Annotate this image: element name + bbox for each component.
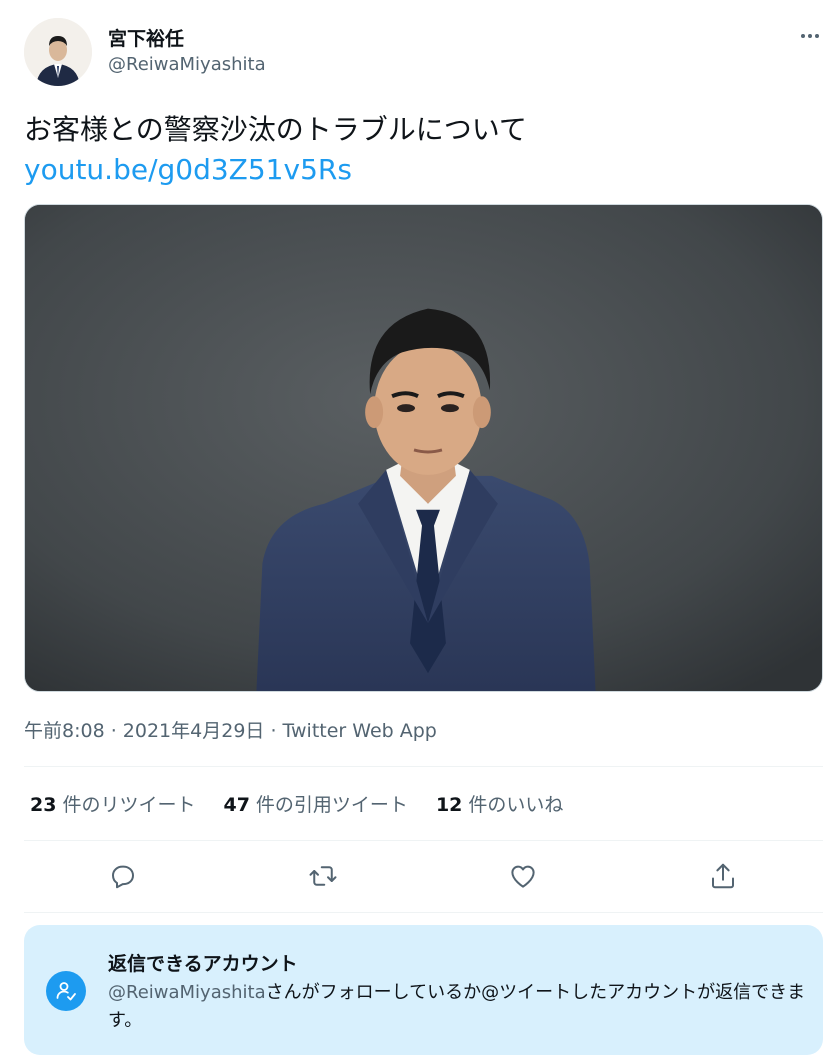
- reply-settings-notice: 返信できるアカウント @ReiwaMiyashitaさんがフォローしているか@ツ…: [24, 925, 823, 1055]
- divider: [24, 766, 823, 767]
- likes-stat[interactable]: 12 件のいいね: [436, 790, 563, 817]
- user-handle[interactable]: @ReiwaMiyashita: [108, 54, 266, 75]
- divider: [24, 912, 823, 913]
- reply-settings-mention[interactable]: @ReiwaMiyashita: [108, 982, 266, 1003]
- tweet-time[interactable]: 午前8:08: [24, 720, 105, 742]
- quotes-stat[interactable]: 47 件の引用ツイート: [223, 790, 407, 817]
- tweet-media-image[interactable]: [24, 204, 823, 692]
- retweets-count: 23: [30, 794, 57, 816]
- retweets-label: 件のリツイート: [62, 794, 196, 816]
- tweet-stats: 23 件のリツイート 47 件の引用ツイート 12 件のいいね: [30, 790, 563, 817]
- share-icon[interactable]: [699, 852, 747, 900]
- tweet-timestamp: 午前8:08 · 2021年4月29日 · Twitter Web App: [24, 716, 437, 743]
- meta-separator: ·: [264, 720, 283, 742]
- retweet-icon[interactable]: [299, 852, 347, 900]
- display-name[interactable]: 宮下裕任: [108, 24, 184, 51]
- tweet-actions: [24, 852, 823, 900]
- quotes-count: 47: [223, 794, 250, 816]
- like-icon[interactable]: [499, 852, 547, 900]
- likes-label: 件のいいね: [468, 794, 564, 816]
- reply-settings-description: @ReiwaMiyashitaさんがフォローしているか@ツイートしたアカウントが…: [108, 979, 808, 1035]
- tweet-link[interactable]: youtu.be/g0d3Z51v5Rs: [24, 150, 814, 190]
- divider: [24, 840, 823, 841]
- tweet-source[interactable]: Twitter Web App: [283, 720, 437, 742]
- reply-permission-icon: [46, 971, 86, 1011]
- quotes-label: 件の引用ツイート: [255, 794, 408, 816]
- likes-count: 12: [435, 794, 463, 816]
- retweets-stat[interactable]: 23 件のリツイート: [30, 790, 195, 817]
- reply-settings-title: 返信できるアカウント: [108, 953, 298, 975]
- avatar[interactable]: [24, 18, 92, 86]
- tweet-header: 宮下裕任 @ReiwaMiyashita: [24, 18, 824, 86]
- tweet-text: お客様との警察沙汰のトラブルについて: [24, 113, 527, 146]
- tweet-body: お客様との警察沙汰のトラブルについて youtu.be/g0d3Z51v5Rs: [24, 110, 814, 190]
- tweet-date[interactable]: 2021年4月29日: [123, 720, 265, 742]
- reply-icon[interactable]: [99, 852, 147, 900]
- meta-separator: ·: [104, 720, 123, 742]
- more-options-icon[interactable]: [796, 24, 824, 48]
